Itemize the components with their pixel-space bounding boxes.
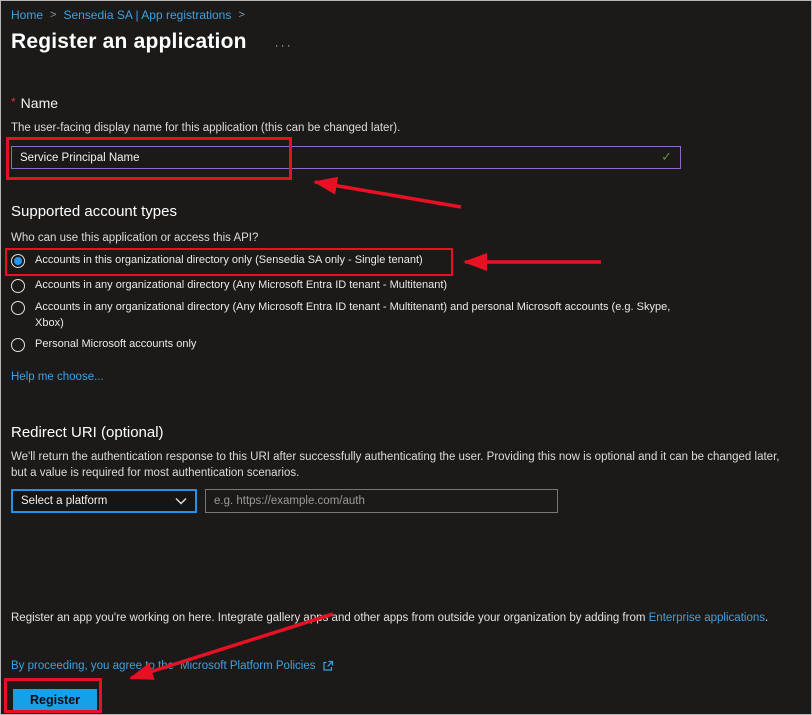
radio-selected-icon[interactable] — [11, 254, 25, 268]
platform-select-value: Select a platform — [21, 495, 107, 507]
footer-note-text: Register an app you're working on here. … — [11, 612, 649, 624]
supported-account-types-title: Supported account types — [11, 203, 177, 220]
breadcrumb-separator: > — [50, 9, 56, 21]
radio-option-personal-only[interactable]: Personal Microsoft accounts only — [11, 337, 196, 353]
annotation-arrows — [1, 1, 812, 715]
platform-select-dropdown[interactable]: Select a platform — [11, 489, 197, 513]
name-field-help-text: The user-facing display name for this ap… — [11, 122, 400, 134]
radio-option-multitenant-personal[interactable]: Accounts in any organizational directory… — [11, 300, 675, 332]
required-marker: * — [11, 95, 16, 109]
policy-agreement: By proceeding, you agree to the Microsof… — [11, 660, 334, 672]
radio-option-label: Accounts in this organizational director… — [35, 253, 423, 269]
name-field-label: *Name — [11, 95, 58, 111]
redirect-uri-input-container — [205, 489, 558, 513]
external-link-icon — [322, 660, 334, 672]
radio-option-label: Accounts in any organizational directory… — [35, 300, 675, 332]
app-name-input[interactable] — [11, 146, 681, 169]
footer-note: Register an app you're working on here. … — [11, 612, 801, 624]
redirect-uri-input[interactable] — [205, 489, 558, 513]
register-button[interactable]: Register — [13, 689, 97, 711]
redirect-uri-title: Redirect URI (optional) — [11, 424, 164, 441]
policy-text: By proceeding, you agree to the — [11, 660, 174, 672]
account-types-question: Who can use this application or access t… — [11, 232, 258, 244]
help-me-choose-link[interactable]: Help me choose... — [11, 371, 104, 383]
redirect-uri-description: We'll return the authentication response… — [11, 449, 789, 481]
breadcrumb: Home > Sensedia SA | App registrations > — [11, 8, 245, 22]
radio-option-label: Personal Microsoft accounts only — [35, 337, 196, 353]
more-options-icon[interactable]: ··· — [275, 32, 293, 52]
radio-option-label: Accounts in any organizational directory… — [35, 278, 447, 294]
enterprise-applications-link[interactable]: Enterprise applications — [649, 612, 765, 624]
name-input-container: ✓ — [11, 146, 681, 169]
radio-option-single-tenant[interactable]: Accounts in this organizational director… — [11, 253, 423, 269]
radio-unselected-icon[interactable] — [11, 279, 25, 293]
platform-policies-link[interactable]: Microsoft Platform Policies — [180, 660, 315, 672]
breadcrumb-app-registrations-link[interactable]: Sensedia SA | App registrations — [63, 8, 231, 22]
page-header: Register an application ··· — [11, 30, 293, 54]
breadcrumb-separator: > — [238, 9, 244, 21]
chevron-down-icon — [175, 497, 187, 505]
annotation-arrow-name-input — [315, 182, 461, 207]
radio-unselected-icon[interactable] — [11, 338, 25, 352]
radio-option-multitenant[interactable]: Accounts in any organizational directory… — [11, 278, 447, 294]
radio-unselected-icon[interactable] — [11, 301, 25, 315]
page-title: Register an application — [11, 30, 247, 54]
breadcrumb-home-link[interactable]: Home — [11, 8, 43, 22]
register-application-page: Home > Sensedia SA | App registrations >… — [0, 0, 812, 715]
